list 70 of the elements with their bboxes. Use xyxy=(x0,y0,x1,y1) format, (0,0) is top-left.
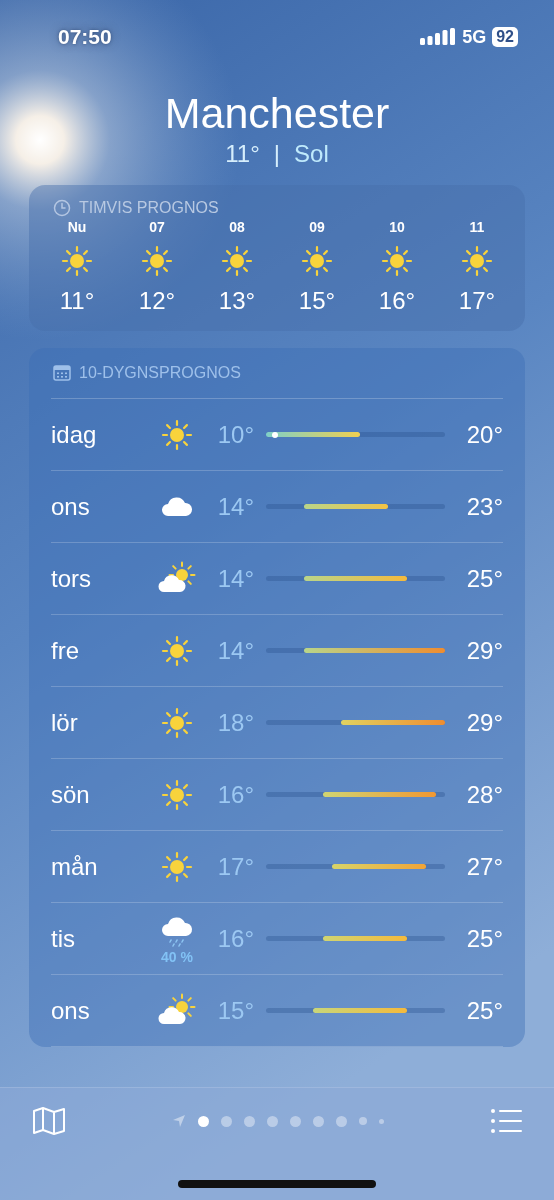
low-temperature: 14° xyxy=(216,492,255,521)
day-name: fre xyxy=(51,636,80,665)
network-type: 5G xyxy=(462,26,487,48)
low-temperature: 14° xyxy=(216,636,255,665)
section-title: 10-DYGNSPROGNOS xyxy=(79,364,241,382)
page-dot[interactable] xyxy=(313,1115,324,1127)
sun-icon xyxy=(299,243,335,279)
section-title: TIMVIS PROGNOS xyxy=(79,199,219,217)
map-icon[interactable] xyxy=(32,1106,66,1136)
high-temperature: 23° xyxy=(465,492,503,521)
high-temperature: 25° xyxy=(465,996,503,1025)
hour-temperature: 17° xyxy=(458,287,496,315)
low-temperature: 15° xyxy=(216,996,255,1025)
high-temperature: 20° xyxy=(465,420,503,449)
list-icon[interactable] xyxy=(490,1108,522,1134)
page-dot[interactable] xyxy=(244,1115,255,1127)
weather-condition: Sol xyxy=(294,140,329,168)
sun-icon xyxy=(219,243,255,279)
hour-label: 07 xyxy=(149,219,165,235)
hour-label: 09 xyxy=(309,219,325,235)
day-name: ons xyxy=(51,996,91,1025)
page-dot[interactable] xyxy=(221,1115,232,1127)
day-name: idag xyxy=(51,420,98,449)
calendar-icon xyxy=(53,365,71,381)
separator: | xyxy=(273,140,281,168)
hour-temperature: 16° xyxy=(378,287,416,315)
city-name: Manchester xyxy=(164,88,390,138)
high-temperature: 28° xyxy=(465,780,503,809)
page-dot[interactable] xyxy=(198,1115,209,1127)
day-name: tis xyxy=(51,924,76,953)
sun-icon xyxy=(459,243,495,279)
day-name: tors xyxy=(51,564,92,593)
page-dot[interactable] xyxy=(359,1117,367,1125)
page-dot[interactable] xyxy=(336,1115,347,1127)
status-time: 07:50 xyxy=(58,25,112,49)
signal-icon xyxy=(420,28,457,46)
high-temperature: 29° xyxy=(465,708,503,737)
clock-icon xyxy=(53,199,71,217)
day-name: mån xyxy=(51,852,99,881)
high-temperature: 25° xyxy=(465,564,503,593)
hour-label: 11 xyxy=(469,219,485,235)
high-temperature: 25° xyxy=(465,924,503,953)
low-temperature: 16° xyxy=(216,780,255,809)
hour-label: Nu xyxy=(67,219,87,235)
current-temperature: 11° xyxy=(225,140,260,168)
day-name: ons xyxy=(51,492,91,521)
day-name: sön xyxy=(51,780,91,809)
page-dot[interactable] xyxy=(290,1115,301,1127)
page-dot[interactable] xyxy=(379,1118,384,1124)
page-dot[interactable] xyxy=(267,1115,278,1127)
high-temperature: 27° xyxy=(465,852,503,881)
sun-icon xyxy=(379,243,415,279)
hour-temperature: 11° xyxy=(59,287,95,315)
low-temperature: 18° xyxy=(216,708,255,737)
low-temperature: 10° xyxy=(216,420,255,449)
hour-label: 10 xyxy=(389,219,405,235)
hour-temperature: 13° xyxy=(218,287,256,315)
high-temperature: 29° xyxy=(465,636,503,665)
sun-icon xyxy=(59,243,95,279)
low-temperature: 17° xyxy=(216,852,255,881)
low-temperature: 16° xyxy=(216,924,255,953)
day-name: lör xyxy=(51,708,79,737)
battery-indicator: 92 xyxy=(492,27,518,47)
hour-label: 08 xyxy=(229,219,245,235)
precipitation-chance: 40 % xyxy=(161,949,193,964)
hour-temperature: 12° xyxy=(138,287,176,315)
location-arrow-icon[interactable] xyxy=(172,1114,186,1128)
low-temperature: 14° xyxy=(216,564,255,593)
sun-icon xyxy=(139,243,175,279)
hour-temperature: 15° xyxy=(298,287,336,315)
